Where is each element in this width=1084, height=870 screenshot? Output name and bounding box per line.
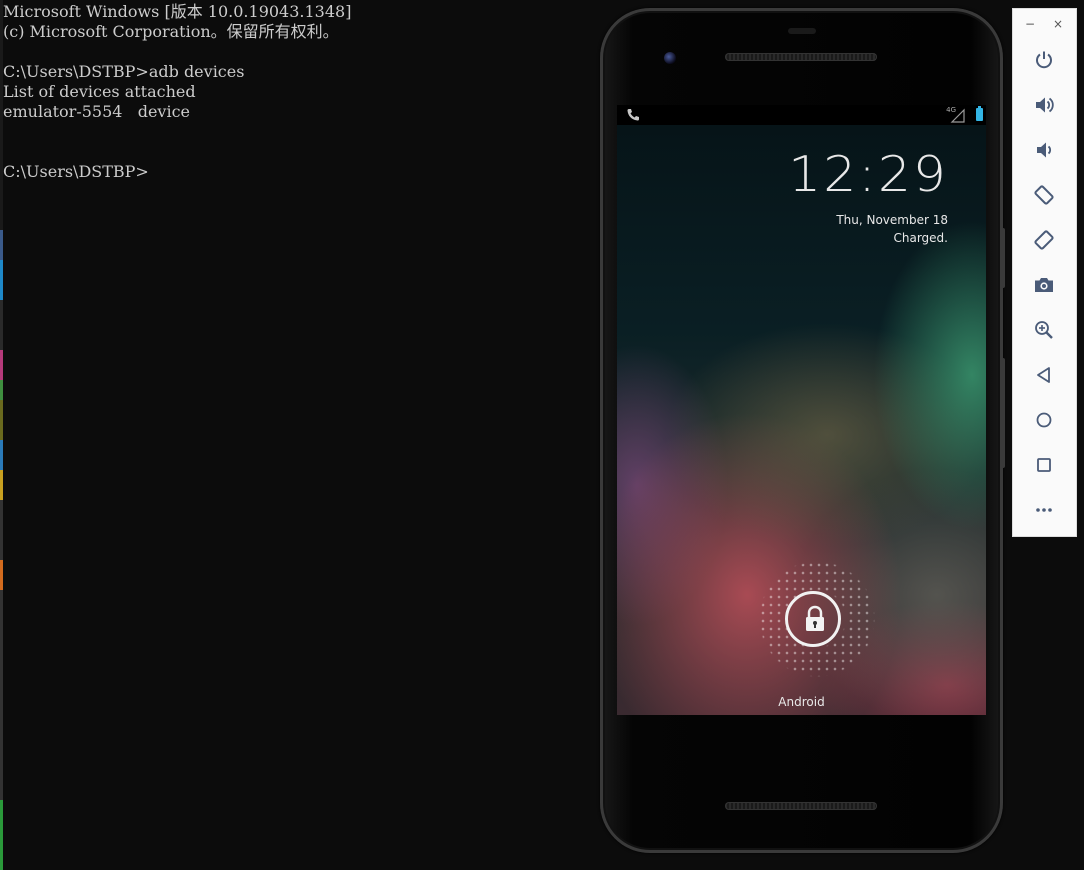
front-camera-icon — [664, 52, 676, 64]
lock-icon — [806, 605, 824, 631]
rotate-right-icon — [1034, 230, 1054, 250]
volume-up-button[interactable] — [1029, 90, 1059, 120]
emulator-device-frame: 4G 12:29 Thu, November 18 Charged. Andro… — [600, 8, 1005, 853]
console-line: List of devices attached — [3, 82, 196, 101]
camera-icon — [1035, 278, 1053, 292]
zoom-icon — [1035, 321, 1053, 339]
carrier-label: Android — [778, 695, 825, 709]
overview-button[interactable] — [1029, 450, 1059, 480]
home-button[interactable] — [1029, 405, 1059, 435]
console-line: (c) Microsoft Corporation。保留所有权利。 — [3, 22, 339, 41]
rotate-left-button[interactable] — [1029, 180, 1059, 210]
signal-icon — [950, 108, 965, 123]
console-prompt[interactable]: C:\Users\DSTBP> — [3, 162, 593, 182]
more-dots-icon — [1036, 508, 1052, 512]
lockscreen-clock: 12:29 — [788, 146, 948, 204]
overview-square-icon — [1037, 458, 1051, 472]
android-lockscreen[interactable]: 12:29 Thu, November 18 Charged. Android — [617, 125, 986, 715]
console-line: C:\Users\DSTBP>adb devices — [3, 62, 245, 81]
more-button[interactable] — [1029, 495, 1059, 525]
power-button[interactable] — [1029, 45, 1059, 75]
back-triangle-icon — [1037, 367, 1050, 383]
device-side-button — [1001, 228, 1005, 288]
back-button[interactable] — [1029, 360, 1059, 390]
battery-icon — [976, 106, 983, 121]
close-button[interactable]: × — [1051, 17, 1065, 31]
device-earpiece-notch — [788, 28, 816, 34]
console-line: Microsoft Windows [版本 10.0.19043.1348] — [3, 2, 352, 21]
volume-up-icon — [1036, 97, 1054, 113]
phone-icon — [627, 109, 639, 121]
bottom-speaker-grille — [725, 802, 877, 810]
minimize-button[interactable]: − — [1023, 17, 1037, 31]
android-status-bar[interactable]: 4G — [617, 105, 986, 125]
charge-status: Charged. — [893, 231, 949, 245]
zoom-button[interactable] — [1029, 315, 1059, 345]
emulator-toolbar: − × — [1012, 8, 1077, 537]
rotate-left-icon — [1034, 185, 1054, 205]
command-prompt-output[interactable]: Microsoft Windows [版本 10.0.19043.1348] (… — [3, 2, 593, 182]
console-line: emulator-5554 device — [3, 102, 190, 121]
home-circle-icon — [1036, 412, 1052, 428]
top-speaker-grille — [725, 53, 877, 61]
power-icon — [1036, 51, 1052, 69]
rotate-right-button[interactable] — [1029, 225, 1059, 255]
lockscreen-date: Thu, November 18 — [836, 213, 948, 227]
screenshot-button[interactable] — [1029, 270, 1059, 300]
volume-down-button[interactable] — [1029, 135, 1059, 165]
volume-down-icon — [1037, 142, 1052, 158]
device-volume-rocker — [1001, 358, 1005, 468]
